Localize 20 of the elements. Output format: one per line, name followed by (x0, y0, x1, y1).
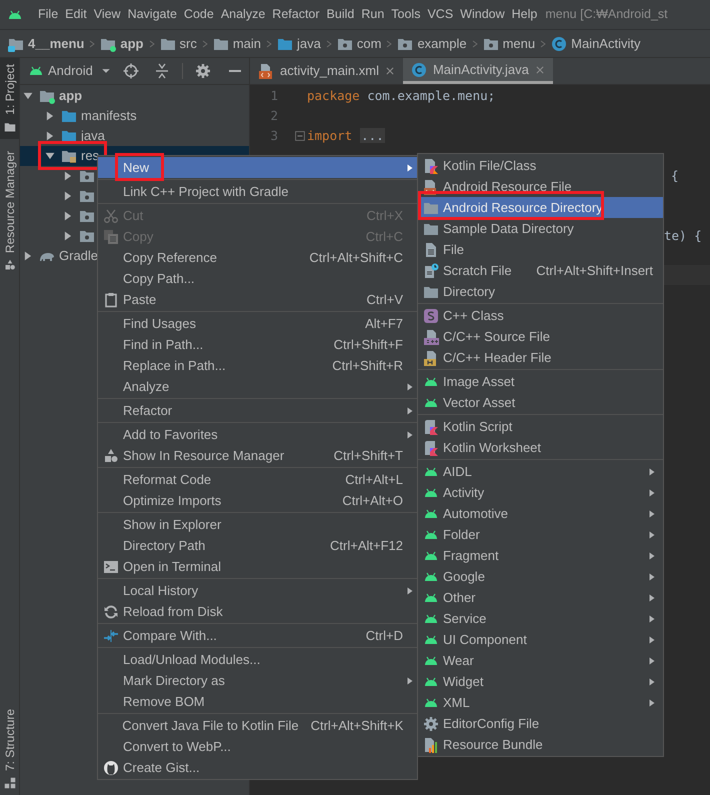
shortcut-text: Ctrl+Shift+R (332, 356, 403, 375)
shortcut-text: Ctrl+Alt+Shift+K (310, 716, 404, 735)
line-number: 1 (269, 86, 278, 105)
shortcut-text: Ctrl+Alt+F12 (330, 536, 403, 555)
code-line: package com.example.menu; (307, 86, 496, 105)
window-title: menu [C:₩Android_st (545, 6, 668, 24)
shortcut-text: Ctrl+Alt+Shift+C (309, 248, 403, 267)
shortcut-text: Ctrl+Shift+F (334, 336, 403, 354)
line-number: 2 (269, 106, 278, 125)
code-line: import ... (307, 126, 385, 145)
shortcut-text: Alt+F7 (365, 314, 403, 333)
shortcut-text: Ctrl+Alt+L (345, 470, 403, 489)
shortcut-text: Ctrl+Alt+Shift+Insert (536, 262, 654, 280)
shortcut-text: Ctrl+Alt+O (342, 492, 403, 510)
shortcut-text: Ctrl+Shift+T (334, 446, 403, 465)
code-fragment: { (671, 167, 679, 185)
shortcut-text: Ctrl+D (366, 626, 403, 645)
code-fragment: te) { (664, 227, 702, 245)
line-number: 3 (269, 126, 278, 145)
shortcut-text: Ctrl+V (366, 290, 403, 309)
